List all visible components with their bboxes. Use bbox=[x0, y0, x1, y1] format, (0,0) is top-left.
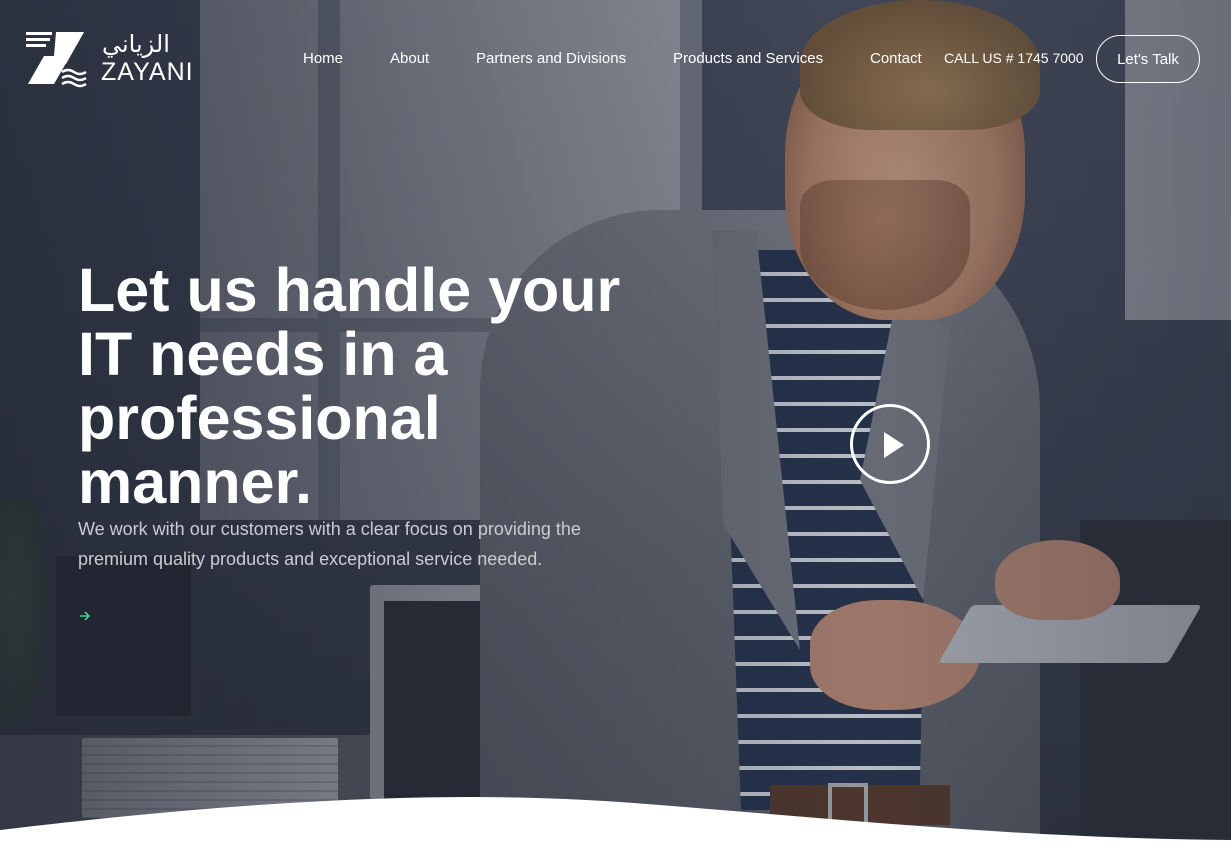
lets-talk-button[interactable]: Let's Talk bbox=[1096, 35, 1200, 83]
hero-headline: Let us handle your IT needs in a profess… bbox=[78, 256, 621, 516]
nav-item-contact[interactable]: Contact bbox=[870, 50, 922, 67]
nav-item-partners[interactable]: Partners and Divisions bbox=[476, 50, 626, 67]
nav-item-home[interactable]: Home bbox=[303, 50, 343, 67]
nav-item-products[interactable]: Products and Services bbox=[673, 50, 823, 67]
hero-bottom-wave bbox=[0, 797, 1231, 851]
play-icon bbox=[884, 432, 904, 458]
play-video-button[interactable] bbox=[850, 404, 930, 484]
brand-arabic-name: الزياني bbox=[102, 30, 170, 58]
call-us-link[interactable]: CALL US # 1745 7000 bbox=[944, 50, 1084, 66]
arrow-right-icon[interactable] bbox=[78, 609, 94, 625]
zayani-z-logo-icon: الزياني ZAYANI bbox=[26, 30, 194, 88]
brand-logo[interactable]: الزياني ZAYANI bbox=[24, 28, 214, 90]
brand-latin-name: ZAYANI bbox=[101, 58, 194, 86]
nav-item-about[interactable]: About bbox=[390, 50, 429, 67]
hero-subtext: We work with our customers with a clear … bbox=[78, 519, 581, 569]
